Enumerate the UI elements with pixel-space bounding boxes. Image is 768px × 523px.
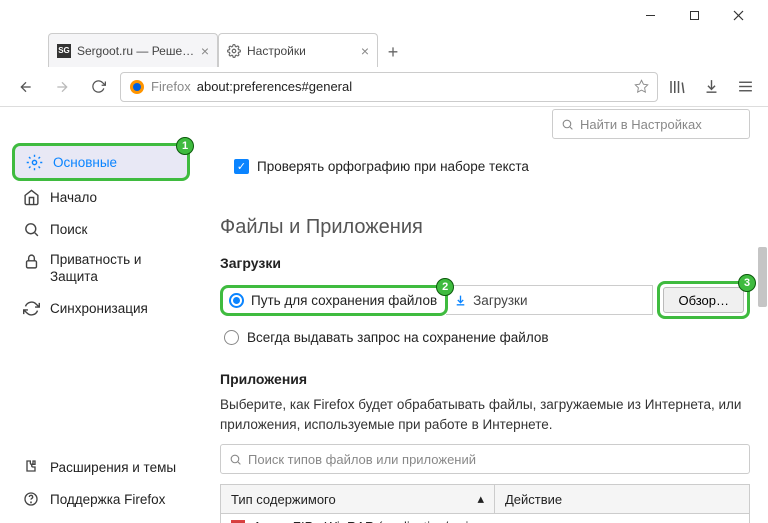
tabs-row: SG Sergoot.ru — Решение ваших × Настройк… (0, 31, 768, 67)
col-content-type[interactable]: Тип содержимого ▴ (221, 485, 495, 513)
url-brand: Firefox (151, 79, 191, 94)
sidebar-item-extensions[interactable]: Расширения и темы (12, 451, 190, 483)
sidebar-active-wrap: Основные 1 (12, 143, 190, 181)
main-pane: Найти в Настройках ✓ Проверять орфографи… (190, 107, 768, 523)
checkbox-checked-icon: ✓ (234, 159, 249, 174)
gear-icon (227, 44, 241, 58)
apps-table: Тип содержимого ▴ Действие Архив ZIP - W… (220, 484, 750, 523)
spellcheck-row[interactable]: ✓ Проверять орфографию при наборе текста (234, 159, 750, 174)
scrollbar-thumb[interactable] (758, 247, 767, 307)
sidebar-label: Поддержка Firefox (50, 492, 165, 507)
download-arrow-icon (454, 294, 467, 307)
sidebar-label: Поиск (50, 222, 87, 237)
sidebar-label: Приватность и Защита (50, 252, 141, 286)
sidebar-footer: Расширения и темы Поддержка Firefox (12, 451, 190, 515)
firefox-icon (129, 79, 145, 95)
downloads-icon[interactable] (700, 76, 722, 98)
minimize-button[interactable] (628, 2, 672, 30)
download-path-field[interactable]: Загрузки (446, 285, 653, 315)
sidebar-label: Расширения и темы (50, 460, 176, 475)
sidebar-label: Синхронизация (50, 301, 148, 316)
home-icon (22, 188, 40, 206)
sidebar-item-search[interactable]: Поиск (12, 213, 190, 245)
url-text: about:preferences#general (197, 79, 352, 94)
back-button[interactable] (12, 73, 40, 101)
sidebar-item-general[interactable]: Основные (15, 146, 187, 178)
table-head: Тип содержимого ▴ Действие (221, 485, 749, 514)
radio-empty-icon (224, 330, 239, 345)
bookmark-star-icon[interactable] (634, 79, 649, 94)
close-icon[interactable]: × (361, 43, 369, 59)
apps-search[interactable]: Поиск типов файлов или приложений (220, 444, 750, 474)
save-to-label: Путь для сохранения файлов (251, 293, 437, 308)
apps-description: Выберите, как Firefox будет обрабатывать… (220, 395, 750, 434)
tab-settings[interactable]: Настройки × (218, 33, 378, 67)
search-placeholder: Найти в Настройках (580, 117, 702, 132)
browse-label: Обзор… (678, 293, 729, 308)
new-tab-button[interactable]: + (378, 37, 408, 67)
sidebar-label: Основные (53, 155, 117, 170)
close-window-button[interactable] (716, 2, 760, 30)
browse-button[interactable]: Обзор… (663, 287, 744, 313)
browse-wrap: Обзор… 3 (657, 281, 750, 319)
step-badge-3: 3 (738, 274, 756, 292)
toolbar: Firefox about:preferences#general (0, 67, 768, 107)
toolbar-right (666, 76, 756, 98)
sidebar-item-home[interactable]: Начало (12, 181, 190, 213)
sidebar-item-support[interactable]: Поддержка Firefox (12, 483, 190, 515)
gear-icon (25, 153, 43, 171)
downloads-heading: Загрузки (220, 255, 750, 271)
sidebar-label: Начало (50, 190, 97, 205)
menu-icon[interactable] (734, 76, 756, 98)
forward-button[interactable] (48, 73, 76, 101)
apps-heading: Приложения (220, 371, 750, 387)
tab-label: Настройки (247, 44, 355, 58)
save-to-option[interactable]: Путь для сохранения файлов 2 (220, 285, 448, 316)
table-row[interactable]: Архив ZIP - WinRAR (application/x-zip- (221, 514, 749, 523)
always-ask-label: Всегда выдавать запрос на сохранение фай… (247, 330, 549, 345)
lock-icon (22, 252, 40, 270)
apps-search-placeholder: Поиск типов файлов или приложений (248, 452, 476, 467)
col-action[interactable]: Действие (495, 485, 572, 513)
downloads-row: Путь для сохранения файлов 2 Загрузки Об… (220, 281, 750, 319)
search-icon (22, 220, 40, 238)
favicon-sg-icon: SG (57, 44, 71, 58)
step-badge-2: 2 (436, 278, 454, 296)
tab-label: Sergoot.ru — Решение ваших (77, 44, 195, 58)
sidebar-item-sync[interactable]: Синхронизация (12, 293, 190, 325)
puzzle-icon (22, 458, 40, 476)
reload-button[interactable] (84, 73, 112, 101)
file-type-icon (231, 520, 245, 523)
sidebar-item-privacy[interactable]: Приватность и Защита (12, 245, 190, 293)
spellcheck-label: Проверять орфографию при наборе текста (257, 159, 529, 174)
radio-selected-icon (229, 293, 244, 308)
sync-icon (22, 300, 40, 318)
settings-search[interactable]: Найти в Настройках (552, 109, 750, 139)
close-icon[interactable]: × (201, 43, 209, 59)
always-ask-option[interactable]: Всегда выдавать запрос на сохранение фай… (224, 330, 750, 345)
section-files-apps: Файлы и Приложения (220, 216, 750, 239)
library-icon[interactable] (666, 76, 688, 98)
maximize-button[interactable] (672, 2, 716, 30)
tab-sergoot[interactable]: SG Sergoot.ru — Решение ваших × (48, 33, 218, 67)
search-icon (561, 118, 574, 131)
sort-icon: ▴ (477, 491, 484, 507)
url-bar[interactable]: Firefox about:preferences#general (120, 72, 658, 102)
search-icon (229, 453, 242, 466)
sidebar: Основные 1 Начало Поиск Приват (0, 107, 190, 523)
download-path-text: Загрузки (473, 293, 527, 308)
row-text: Архив ZIP - WinRAR (application/x-zip- (253, 519, 480, 523)
window-chrome (0, 0, 768, 31)
help-icon (22, 490, 40, 508)
